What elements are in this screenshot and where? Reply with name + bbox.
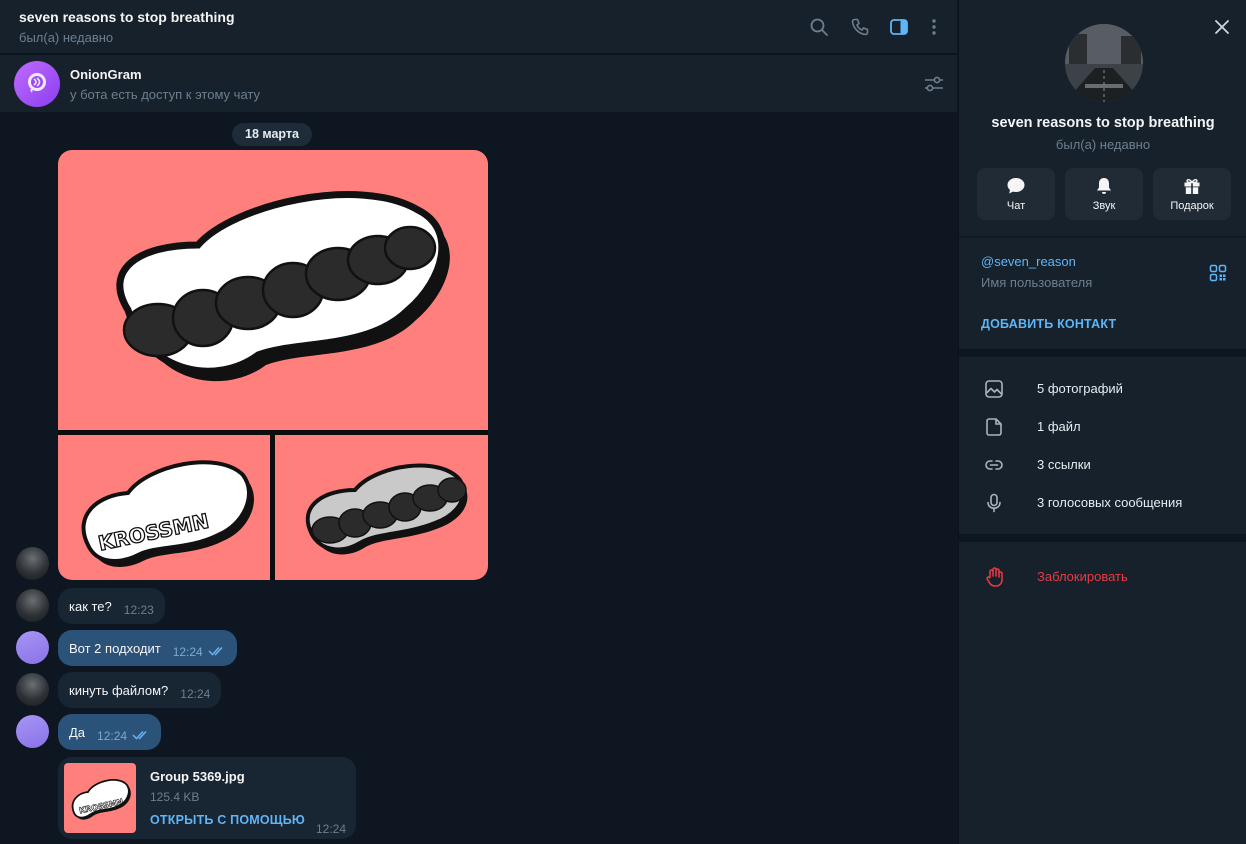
message-time: 12:24 (315, 822, 346, 836)
chat-area: seven reasons to stop breathing был(а) н… (0, 0, 957, 844)
message-incoming[interactable]: как те? 12:23 (58, 588, 165, 624)
album-photo-grey[interactable] (275, 435, 488, 580)
file-size: 125.4 KB (150, 790, 200, 804)
message-text: как те? (69, 598, 112, 614)
message-text: Да (69, 724, 86, 740)
qr-code-icon[interactable] (1209, 264, 1227, 282)
chat-status: был(а) недавно (19, 30, 114, 45)
chat-button[interactable]: Чат (977, 168, 1055, 220)
sound-button[interactable]: Звук (1065, 168, 1143, 220)
media-photos-label: 5 фотографий (1037, 381, 1123, 396)
username-link[interactable]: @seven_reason (981, 254, 1076, 269)
double-check-icon (208, 646, 223, 656)
phone-icon[interactable] (848, 15, 872, 39)
media-links-label: 3 ссылки (1037, 457, 1091, 472)
gift-icon (1184, 178, 1200, 194)
microphone-icon (987, 493, 1001, 513)
message-time: 12:24 (97, 729, 128, 743)
file-icon (986, 418, 1002, 436)
add-contact-button[interactable]: ДОБАВИТЬ КОНТАКТ (981, 317, 1116, 331)
media-files-label: 1 файл (1037, 419, 1081, 434)
media-photos-row[interactable]: 5 фотографий (959, 370, 1246, 408)
telegram-window: seven reasons to stop breathing был(а) н… (0, 0, 1246, 844)
message-time: 12:24 (180, 687, 211, 701)
message-text: кинуть файлом? (69, 682, 169, 698)
chat-button-label: Чат (1006, 200, 1026, 212)
media-voice-row[interactable]: 3 голосовых сообщения (959, 484, 1246, 522)
divider (959, 349, 1246, 357)
bot-name[interactable]: OnionGram (70, 67, 142, 82)
chat-bubble-icon (1007, 178, 1025, 194)
bot-avatar[interactable] (14, 61, 60, 107)
username-caption: Имя пользователя (981, 275, 1093, 290)
profile-status: был(а) недавно (1055, 137, 1151, 152)
photo-icon (985, 380, 1003, 398)
sound-button-label: Звук (1092, 200, 1116, 212)
album-photo-outline[interactable]: KROSSMN (58, 435, 270, 580)
settings-sliders-icon[interactable] (922, 72, 946, 96)
profile-panel: seven reasons to stop breathing был(а) н… (958, 0, 1246, 844)
file-message[interactable]: KROSSMN Group 5369.jpg 125.4 KB ОТКРЫТЬ … (58, 757, 356, 839)
file-name[interactable]: Group 5369.jpg (150, 769, 245, 784)
own-avatar[interactable] (16, 715, 49, 748)
date-separator: 18 марта (232, 123, 312, 146)
chat-header[interactable]: seven reasons to stop breathing был(а) н… (0, 0, 957, 54)
message-time: 12:23 (123, 603, 154, 617)
profile-photo[interactable] (1065, 24, 1143, 102)
contact-avatar[interactable] (16, 547, 49, 580)
gift-button-label: Подарок (1170, 200, 1214, 212)
link-icon (985, 460, 1003, 470)
media-files-row[interactable]: 1 файл (959, 408, 1246, 446)
media-voice-label: 3 голосовых сообщения (1037, 495, 1183, 510)
message-time: 12:24 (172, 645, 203, 659)
double-check-icon (132, 730, 147, 740)
open-with-link[interactable]: ОТКРЫТЬ С ПОМОЩЬЮ (150, 813, 305, 827)
hand-stop-icon (986, 567, 1003, 587)
divider (959, 236, 1246, 238)
block-user-label: Заблокировать (1037, 569, 1128, 584)
photo-album[interactable]: KROSSMN (58, 150, 488, 580)
divider (959, 534, 1246, 542)
sidebar-toggle-icon[interactable] (887, 15, 911, 39)
message-text: Вот 2 подходит (69, 640, 161, 656)
gift-button[interactable]: Подарок (1153, 168, 1231, 220)
file-thumbnail[interactable]: KROSSMN (64, 763, 136, 833)
more-vertical-icon[interactable] (922, 15, 946, 39)
bell-icon (1097, 178, 1111, 194)
message-outgoing[interactable]: Да 12:24 (58, 714, 162, 750)
own-avatar[interactable] (16, 631, 49, 664)
media-links-row[interactable]: 3 ссылки (959, 446, 1246, 484)
close-icon[interactable] (1213, 18, 1231, 36)
contact-avatar[interactable] (16, 673, 49, 706)
message-incoming[interactable]: кинуть файлом? 12:24 (58, 672, 222, 708)
bot-access-bar[interactable]: OnionGram у бота есть доступ к этому чат… (0, 55, 957, 112)
album-photo-large[interactable] (58, 150, 488, 430)
search-icon[interactable] (807, 15, 831, 39)
profile-name: seven reasons to stop breathing (991, 115, 1215, 131)
block-user-row[interactable]: Заблокировать (959, 558, 1246, 596)
message-outgoing[interactable]: Вот 2 подходит 12:24 (58, 630, 237, 666)
chat-title[interactable]: seven reasons to stop breathing (19, 9, 235, 25)
bot-access-text: у бота есть доступ к этому чату (70, 87, 260, 102)
contact-avatar[interactable] (16, 589, 49, 622)
